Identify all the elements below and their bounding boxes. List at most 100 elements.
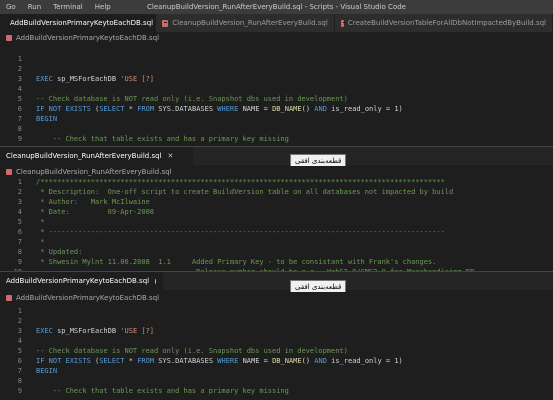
code-line[interactable]: 5 -- Check database is NOT read only (i.e… (0, 346, 553, 356)
code-token: * Description: One-off script to create … (36, 188, 454, 196)
sql-file-icon (6, 169, 12, 175)
line-number: 1 (17, 307, 22, 315)
title-bar: Go Run Terminal Help CleanupBuildVersion… (0, 0, 553, 14)
tab-label: AddBuildVersionPrimaryKeytoEachDB.sql (6, 277, 150, 285)
code-text: * Updated: (36, 247, 82, 257)
pane3-breadcrumb[interactable]: AddBuildVersionPrimaryKeytoEachDB.sql (0, 292, 553, 304)
code-line[interactable]: 1 (0, 54, 553, 64)
breadcrumb-file[interactable]: AddBuildVersionPrimaryKeytoEachDB.sql (16, 294, 159, 302)
line-number: 6 (17, 228, 22, 236)
code-line[interactable]: 3 EXEC sp_MSForEachDB 'USE [?] (0, 74, 553, 84)
line-number: 6 (17, 105, 22, 113)
code-line[interactable]: 6 IF NOT EXISTS (SELECT * FROM SYS.DATABA… (0, 356, 553, 366)
menu-bar: Go Run Terminal Help (0, 3, 111, 11)
code-token: WHERE (217, 105, 243, 113)
close-icon[interactable]: ✕ (168, 152, 174, 160)
menu-run[interactable]: Run (28, 3, 41, 11)
pane3-editor[interactable]: 1 2 3 EXEC sp_MSForEachDB 'USE [?] 4 5 -- Chec… (0, 306, 553, 400)
breadcrumb-file[interactable]: AddBuildVersionPrimaryKeytoEachDB.sql (16, 34, 159, 42)
code-line[interactable]: 4 * Date: 09-Apr-2008 (0, 207, 553, 217)
code-line[interactable]: 8 (0, 376, 553, 386)
code-line[interactable]: 8 (0, 124, 553, 134)
line-number: 8 (17, 377, 22, 385)
line-number: 8 (17, 248, 22, 256)
code-text: -- Check that table exists and has a pri… (36, 386, 289, 396)
code-token: SYS.DATABASES (158, 357, 218, 365)
code-text: * (36, 217, 44, 227)
code-token: EXEC (36, 327, 58, 335)
code-line[interactable]: 7 BEGIN (0, 366, 553, 376)
breadcrumb-file[interactable]: CleanupBuildVersion_RunAfterEveryBuild.s… (16, 168, 172, 176)
code-line[interactable]: 2 (0, 64, 553, 74)
code-line[interactable]: 2 (0, 316, 553, 326)
code-line[interactable]: 8 * Updated: (0, 247, 553, 257)
code-line[interactable]: 9 -- Check that table exists and has a p… (0, 134, 553, 144)
code-token: 'USE [?] (120, 75, 155, 83)
code-line[interactable]: 7 BEGIN (0, 114, 553, 124)
line-number: 5 (17, 347, 22, 355)
code-token: -- Check database is NOT read only (i.e.… (36, 347, 348, 355)
code-line[interactable]: 3 * Author: Mark McIlwaine (0, 197, 553, 207)
line-number: 6 (17, 357, 22, 365)
code-token: DB_NAME (272, 357, 302, 365)
line-number: 3 (17, 75, 22, 83)
code-token: FROM (137, 105, 159, 113)
code-line[interactable]: 4 (0, 84, 553, 94)
line-number: 1 (17, 55, 22, 63)
code-token: 'USE [?] (120, 327, 155, 335)
code-line[interactable]: 4 (0, 336, 553, 346)
tab-label: AddBuildVersionPrimaryKeytoEachDB.sql (10, 19, 154, 27)
line-number: 4 (17, 208, 22, 216)
code-token: EXEC (36, 75, 58, 83)
code-token: * (36, 218, 45, 226)
code-line[interactable]: 5 * (0, 217, 553, 227)
code-token: AND (314, 357, 332, 365)
code-token: sp_MSForEachDB (57, 75, 121, 83)
modified-dot-icon[interactable] (155, 278, 156, 284)
menu-help[interactable]: Help (95, 3, 111, 11)
code-line[interactable]: 2 * Description: One-off script to creat… (0, 187, 553, 197)
line-number: 2 (17, 317, 22, 325)
line-number: 7 (17, 238, 22, 246)
code-line[interactable]: 6 IF NOT EXISTS (SELECT * FROM SYS.DATABA… (0, 104, 553, 114)
code-line[interactable]: 6 * ------------------------------------… (0, 227, 553, 237)
code-token: sp_MSForEachDB (57, 327, 121, 335)
tab-add-build-version[interactable]: AddBuildVersionPrimaryKeytoEachDB.sql (0, 14, 156, 32)
code-text: * Author: Mark McIlwaine (36, 197, 150, 207)
line-number: 7 (17, 367, 22, 375)
sql-file-icon (161, 19, 169, 27)
code-token: NAME = (242, 357, 273, 365)
code-token: * --------------------------------------… (36, 228, 445, 236)
menu-terminal[interactable]: Terminal (53, 3, 83, 11)
code-text: IF NOT EXISTS (SELECT * FROM SYS.DATABAS… (36, 356, 403, 366)
pane2-editor[interactable]: 1 /**************************************… (0, 177, 553, 271)
tab-create-build-version-table[interactable]: CreateBuildVersionTableForAllDbNotImpact… (334, 14, 553, 32)
menu-go[interactable]: Go (6, 3, 16, 11)
code-line[interactable]: 1 /**************************************… (0, 177, 553, 187)
code-line[interactable]: 3 EXEC sp_MSForEachDB 'USE [?] (0, 326, 553, 336)
sql-file-icon (6, 295, 12, 301)
code-text: EXEC sp_MSForEachDB 'USE [?] (36, 74, 154, 84)
line-number: 8 (17, 125, 22, 133)
code-token: * (36, 238, 45, 246)
code-token: * Author: Mark McIlwaine (36, 198, 150, 206)
code-line[interactable]: 1 (0, 306, 553, 316)
line-number: 4 (17, 85, 22, 93)
tab-cleanup-build-version[interactable]: CleanupBuildVersion_RunAfterEveryBuild.s… (155, 14, 335, 32)
code-line[interactable]: 9 -- Check that table exists and has a p… (0, 386, 553, 396)
tab-add-build-version[interactable]: AddBuildVersionPrimaryKeytoEachDB.sql (0, 272, 163, 290)
code-token: SYS.DATABASES (158, 105, 218, 113)
code-line[interactable]: 7 * (0, 237, 553, 247)
code-text: -- Check database is NOT read only (i.e.… (36, 94, 348, 104)
code-token: IF NOT EXISTS (36, 357, 96, 365)
tab-cleanup-build-version[interactable]: CleanupBuildVersion_RunAfterEveryBuild.s… (0, 147, 193, 165)
code-line[interactable]: 9 * Shwesin Mylnt 11.06.2008 1.1 Added P… (0, 257, 553, 267)
code-text: BEGIN (36, 366, 57, 376)
code-text: EXEC sp_MSForEachDB 'USE [?] (36, 326, 154, 336)
code-line[interactable]: 5 -- Check database is NOT read only (i.e… (0, 94, 553, 104)
pane1-breadcrumb[interactable]: AddBuildVersionPrimaryKeytoEachDB.sql (0, 32, 553, 44)
line-number: 1 (17, 178, 22, 186)
pane1-editor[interactable]: 1 2 3 EXEC sp_MSForEachDB 'USE [?] 4 5 -- Chec… (0, 47, 553, 153)
code-token: FROM (137, 357, 159, 365)
pane2-tab-bar: CleanupBuildVersion_RunAfterEveryBuild.s… (0, 147, 553, 165)
